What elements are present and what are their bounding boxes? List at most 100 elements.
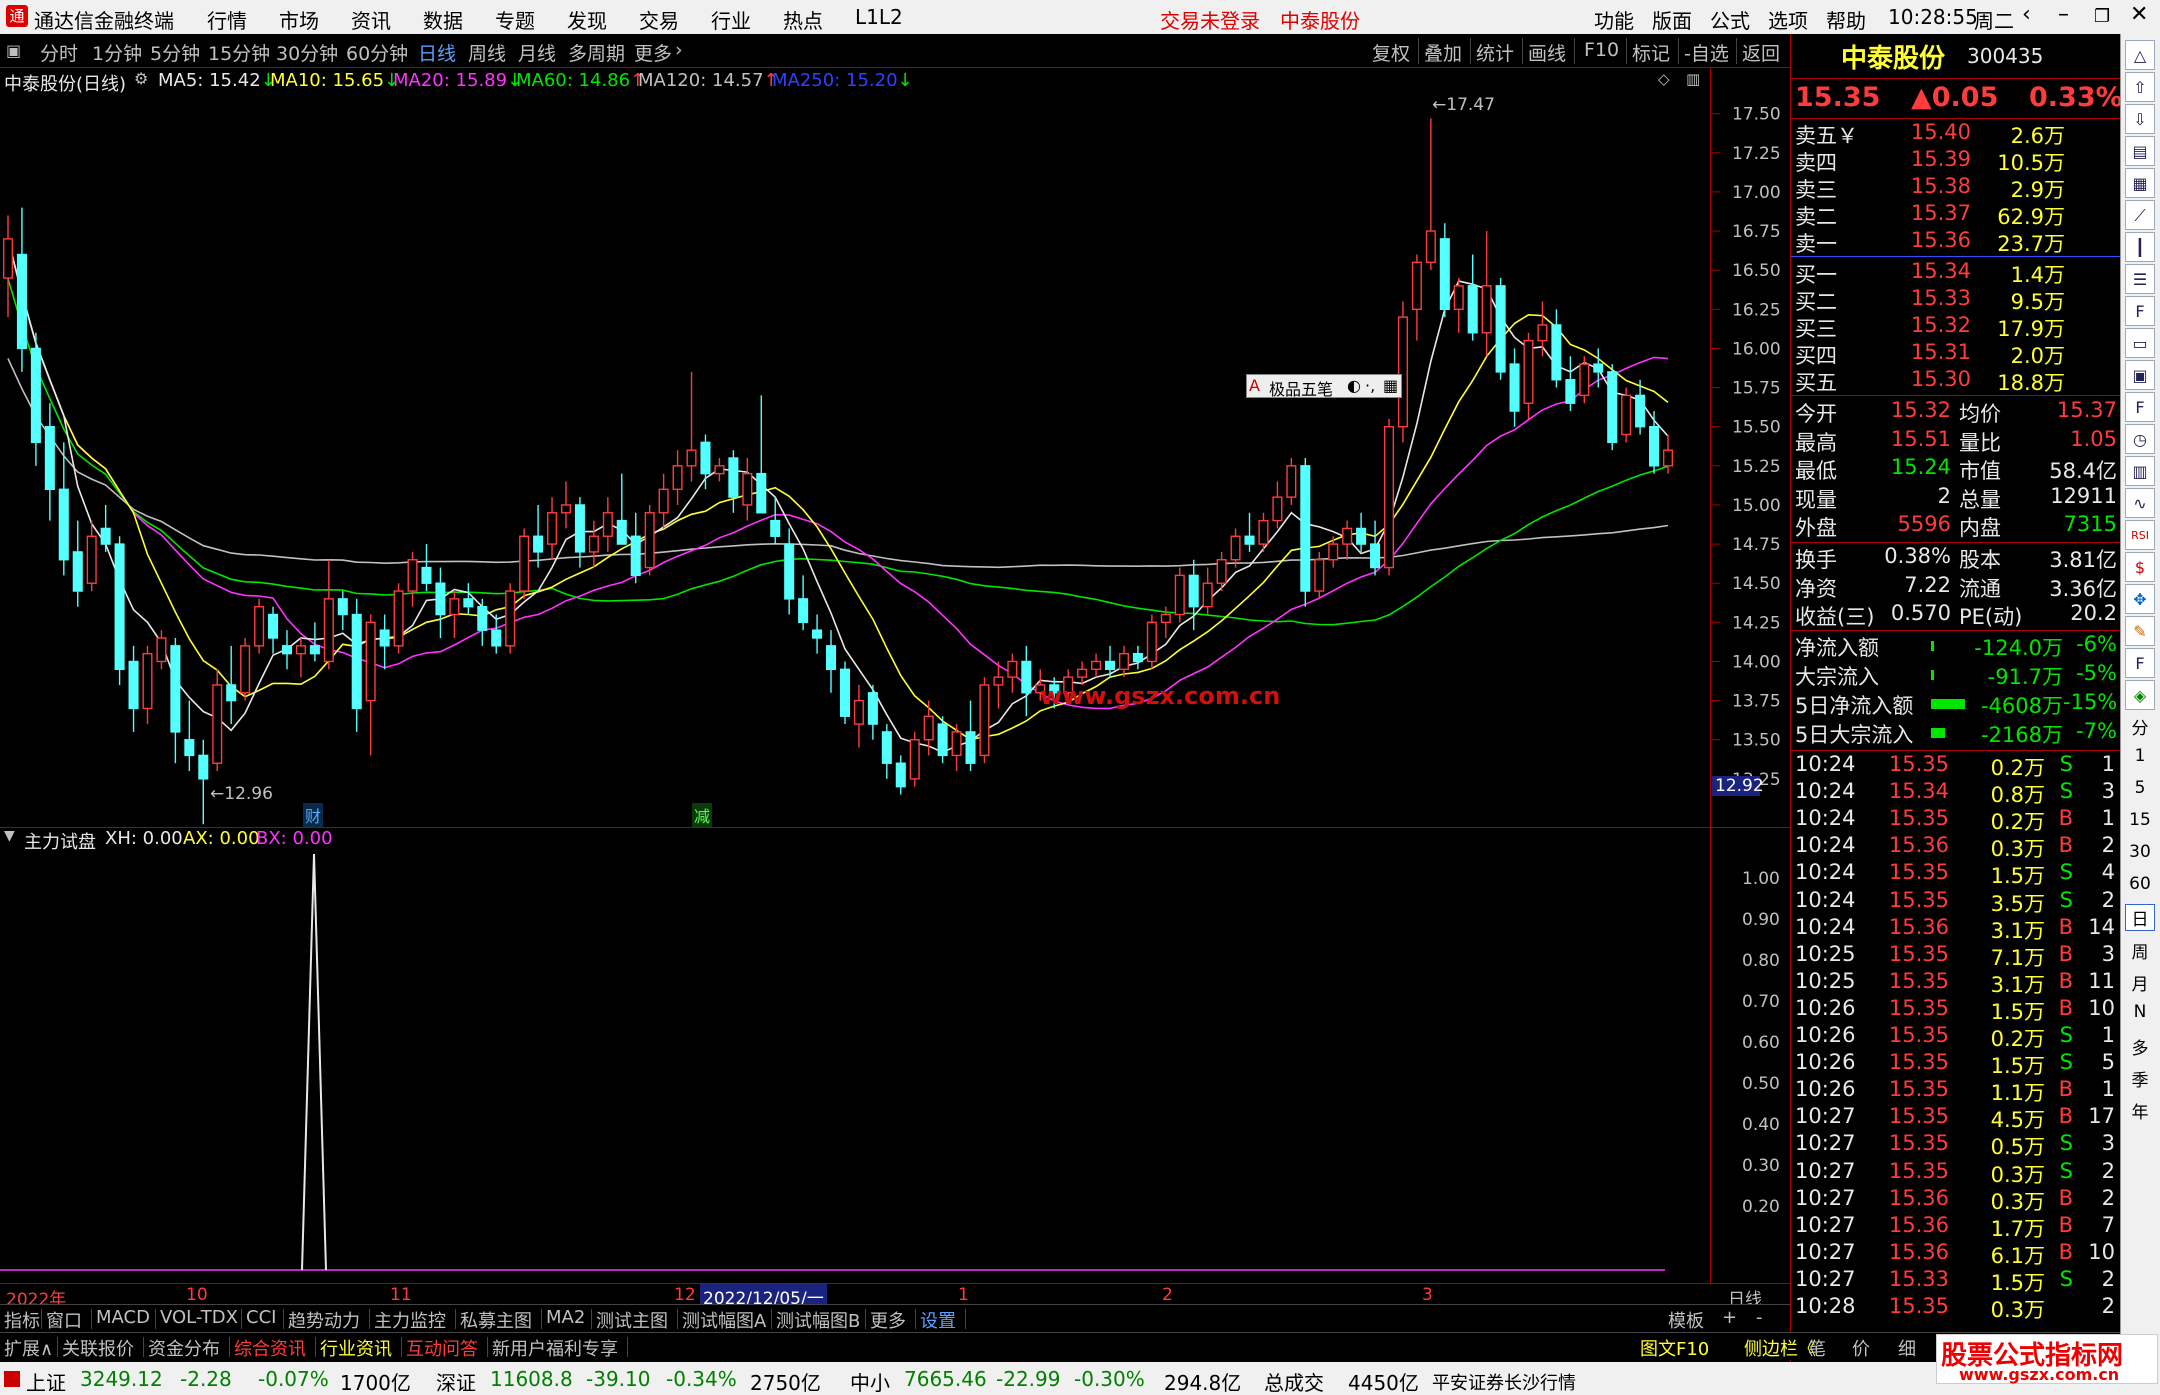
candle[interactable]	[616, 473, 627, 545]
login-status[interactable]: 交易未登录	[1160, 5, 1260, 34]
finance-marker[interactable]: 财	[303, 803, 324, 827]
candle[interactable]	[2, 215, 14, 318]
back-arrow-icon[interactable]: ‹	[2022, 2, 2031, 27]
candle[interactable]	[128, 645, 139, 732]
candle[interactable]	[184, 700, 195, 772]
candle[interactable]	[30, 332, 41, 466]
sidebar-down-arrow-icon[interactable]: ⇩	[2125, 104, 2155, 134]
sidebar-item-month[interactable]: 月	[2125, 970, 2155, 995]
sidebar-rsi-icon[interactable]: RSI	[2125, 520, 2155, 550]
candle[interactable]	[1537, 301, 1548, 357]
candle[interactable]	[268, 606, 279, 654]
candle[interactable]	[1132, 645, 1143, 670]
candle[interactable]	[839, 661, 850, 725]
bid-row[interactable]: 买三 15.32 17.9万	[1791, 313, 2121, 341]
view-tab[interactable]: 价	[1852, 1335, 1870, 1361]
sidebar-item-15[interactable]: 15	[2125, 810, 2155, 830]
candle[interactable]	[449, 591, 460, 638]
candle[interactable]	[630, 512, 641, 584]
candle[interactable]	[170, 638, 181, 764]
indicator-tab[interactable]: 测试幅图B	[776, 1307, 860, 1333]
candle[interactable]	[1621, 387, 1632, 443]
candle[interactable]	[44, 403, 55, 521]
candle[interactable]	[16, 207, 27, 372]
candle[interactable]	[100, 504, 111, 552]
sidebar-up-arrow-icon[interactable]: ⇧	[2125, 72, 2155, 102]
candle[interactable]	[728, 450, 739, 513]
candle[interactable]	[1467, 254, 1478, 341]
candle[interactable]	[965, 700, 976, 772]
candle[interactable]	[1509, 348, 1520, 427]
sidebar-clock-icon[interactable]: ◷	[2125, 424, 2155, 454]
close-icon[interactable]: ✕	[2130, 2, 2148, 27]
bid-row[interactable]: 买五 15.30 18.8万	[1791, 367, 2121, 395]
sidebar-item-1[interactable]: 1	[2125, 746, 2155, 766]
candle[interactable]	[784, 528, 795, 615]
candle[interactable]	[365, 614, 376, 756]
menu-news[interactable]: 资讯	[351, 5, 391, 34]
candle[interactable]	[1118, 645, 1129, 678]
indicator-tab[interactable]: 更多	[870, 1307, 906, 1333]
sidebar-item-5[interactable]: 5	[2125, 778, 2155, 798]
sh-label[interactable]: 上证	[26, 1367, 66, 1395]
indicator-tab[interactable]: 设置	[920, 1307, 956, 1333]
candle[interactable]	[1021, 645, 1032, 717]
candle[interactable]	[281, 630, 293, 670]
sidebar-f2-icon[interactable]: F	[2125, 392, 2155, 422]
candle[interactable]	[547, 497, 558, 560]
candle[interactable]	[156, 630, 167, 670]
candle[interactable]	[505, 583, 516, 654]
menu-options[interactable]: 选项	[1768, 5, 1808, 34]
candle[interactable]	[672, 450, 683, 505]
candle[interactable]	[644, 504, 655, 576]
candle[interactable]	[1300, 458, 1311, 607]
period-multi[interactable]: 多周期	[568, 39, 625, 66]
extension-tab[interactable]: 扩展∧	[4, 1335, 53, 1361]
period-5min[interactable]: 5分钟	[150, 39, 200, 66]
candle[interactable]	[351, 598, 362, 732]
period-intraday[interactable]: 分时	[40, 39, 78, 66]
sidebar-green-icon[interactable]: ◈	[2125, 680, 2155, 710]
candle[interactable]	[714, 458, 725, 482]
extension-tab[interactable]: 综合资讯	[234, 1335, 306, 1361]
menu-function[interactable]: 功能	[1594, 5, 1634, 34]
bid-row[interactable]: 买一 15.34 1.4万	[1791, 259, 2121, 287]
candle[interactable]	[658, 473, 669, 529]
candle[interactable]	[742, 458, 753, 521]
sidebar-f10-icon[interactable]: F	[2125, 296, 2155, 326]
indicator-tab[interactable]: 测试幅图A	[682, 1307, 766, 1333]
remove-window-button[interactable]: -	[1756, 1307, 1763, 1328]
menu-market[interactable]: 市场	[279, 5, 319, 34]
sidebar-item-30[interactable]: 30	[2125, 842, 2155, 862]
candle[interactable]	[295, 638, 306, 678]
menu-quotes[interactable]: 行情	[207, 5, 247, 34]
candle[interactable]	[1091, 653, 1102, 678]
candle[interactable]	[588, 520, 599, 568]
template-button[interactable]: 模板	[1668, 1307, 1704, 1333]
sidebar-doc-icon[interactable]: ▭	[2125, 328, 2155, 358]
candle[interactable]	[798, 575, 809, 631]
tool-mark[interactable]: 标记	[1632, 39, 1670, 66]
menu-layout[interactable]: 版面	[1652, 5, 1692, 34]
sidebar-item-year[interactable]: 年	[2125, 1098, 2155, 1123]
candle[interactable]	[853, 684, 864, 748]
toggle-panel-icon[interactable]: ▣	[6, 41, 21, 60]
indicator-tab[interactable]: 趋势动力	[288, 1307, 360, 1333]
candle[interactable]	[1439, 223, 1450, 318]
candle[interactable]	[1383, 418, 1395, 576]
ask-row[interactable]: 卖一 15.36 23.7万	[1791, 228, 2121, 256]
candle[interactable]	[909, 731, 920, 787]
candle[interactable]	[895, 755, 906, 795]
candle[interactable]	[491, 614, 502, 654]
candle[interactable]	[435, 567, 446, 638]
chart-canvas[interactable]: 17.50 17.25 17.00 16.75 16.50 16.25 16.00 15.75…	[0, 68, 1790, 1304]
candle[interactable]	[756, 395, 767, 514]
sidebar-candle-icon[interactable]: ┃	[2125, 232, 2155, 262]
candle[interactable]	[114, 536, 125, 685]
candle[interactable]	[1286, 458, 1297, 505]
period-more[interactable]: 更多	[634, 39, 672, 66]
period-weekly[interactable]: 周线	[468, 39, 506, 66]
tool-f10[interactable]: F10	[1584, 39, 1619, 61]
candle[interactable]	[519, 528, 530, 599]
period-1min[interactable]: 1分钟	[92, 39, 142, 66]
